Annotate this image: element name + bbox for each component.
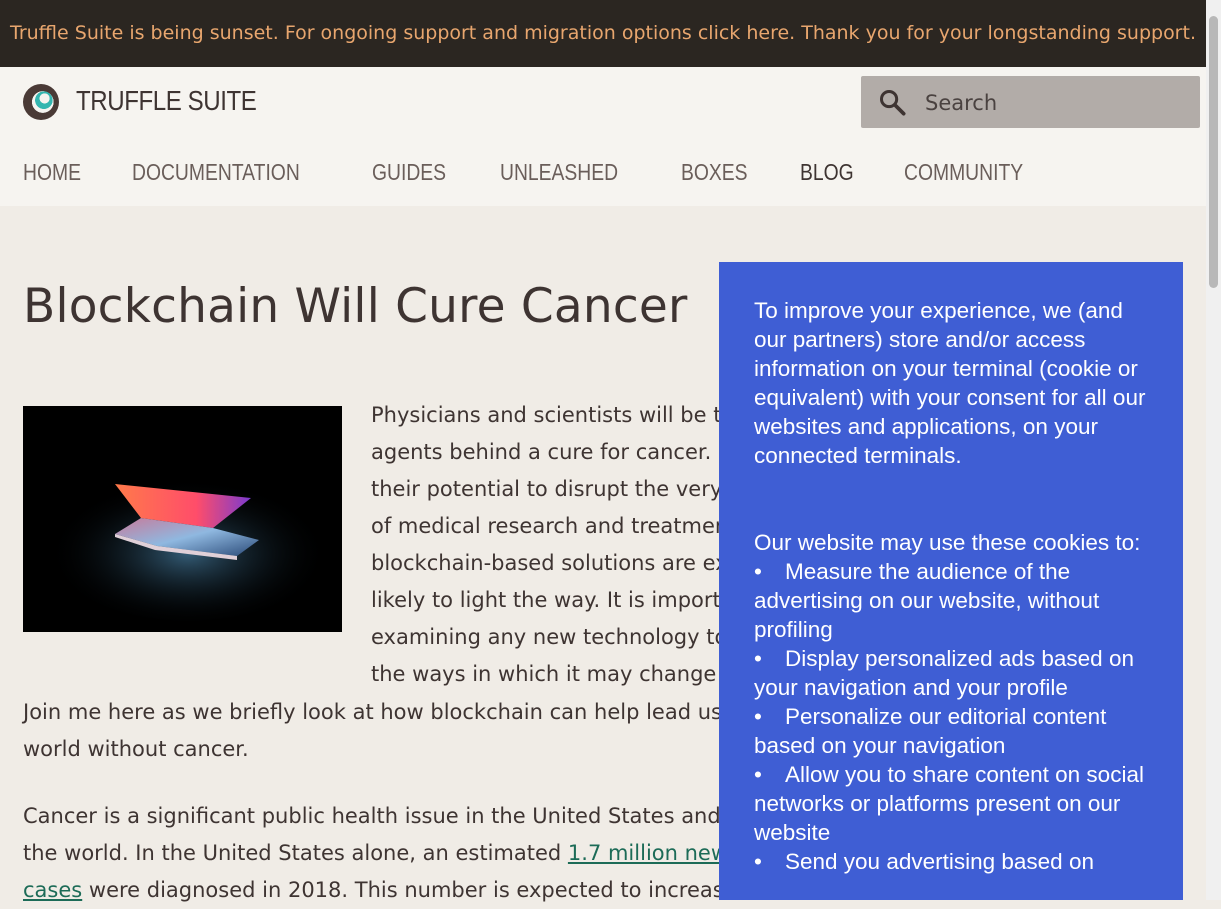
- cookie-purpose-item: Allow you to share content on social net…: [754, 760, 1154, 847]
- paragraph-text: the world. In the United States alone, a…: [23, 841, 568, 865]
- nav-blog[interactable]: BLOG: [800, 159, 854, 191]
- cookie-intro-text: To improve your experience, we (and our …: [754, 298, 1146, 468]
- cookie-purpose-text: Measure the audience of the advertising …: [754, 559, 1100, 642]
- paragraph-line: their potential to disrupt the very: [371, 477, 723, 501]
- paragraph-line: of medical research and treatmen: [371, 514, 729, 538]
- cookie-purpose-item: Measure the audience of the advertising …: [754, 557, 1154, 644]
- laptop-illustration: [23, 406, 342, 632]
- cookie-purpose-text: Personalize our editorial content based …: [754, 704, 1107, 758]
- paragraph-line: agents behind a cure for cancer. B: [371, 440, 733, 464]
- cookie-list-heading: Our website may use these cookies to:: [754, 530, 1141, 555]
- paragraph-text: were diagnosed in 2018. This number is e…: [82, 878, 737, 902]
- paragraph-line: Join me here as we briefly look at how b…: [23, 700, 722, 724]
- search-box[interactable]: [861, 76, 1200, 130]
- cookie-purpose-text: Allow you to share content on social net…: [754, 762, 1144, 845]
- paragraph-line: examining any new technology to: [371, 625, 728, 649]
- paragraph-line: likely to light the way. It is import: [371, 588, 721, 612]
- cookie-purpose-text: Send you advertising based on: [785, 849, 1094, 874]
- nav-boxes[interactable]: BOXES: [681, 159, 748, 191]
- paragraph-line: the world. In the United States alone, a…: [23, 835, 740, 872]
- cookie-purpose-text: Display personalized ads based on your n…: [754, 646, 1134, 700]
- paragraph-line: Physicians and scientists will be th: [371, 403, 735, 427]
- article-paragraph-1-continued: Join me here as we briefly look at how b…: [23, 694, 722, 768]
- main-nav: HOME DOCUMENTATION GUIDES UNLEASHED BOXE…: [23, 159, 1086, 191]
- cancer-cases-link[interactable]: 1.7 million new: [568, 841, 728, 865]
- article-title: Blockchain Will Cure Cancer: [23, 279, 688, 334]
- search-input[interactable]: [923, 76, 1187, 130]
- paragraph-line: the ways in which it may change t: [371, 662, 732, 686]
- cookie-purpose-item: Send you advertising based on: [754, 847, 1154, 876]
- search-icon[interactable]: [878, 88, 906, 116]
- nav-guides[interactable]: GUIDES: [372, 159, 446, 191]
- brand-name[interactable]: TRUFFLE SUITE: [76, 85, 257, 117]
- cancer-cases-link-continued[interactable]: cases: [23, 878, 82, 902]
- truffle-logo-icon[interactable]: [23, 84, 59, 120]
- cookie-purpose-item: Display personalized ads based on your n…: [754, 644, 1154, 702]
- hero-image: [23, 406, 342, 632]
- nav-unleashed[interactable]: UNLEASHED: [500, 159, 618, 191]
- sunset-banner[interactable]: Truffle Suite is being sunset. For ongoi…: [0, 0, 1206, 67]
- page-scrollbar[interactable]: [1206, 0, 1221, 900]
- paragraph-line: blockchain-based solutions are ex: [371, 551, 728, 575]
- paragraph-line: cases were diagnosed in 2018. This numbe…: [23, 872, 740, 909]
- cookie-purpose-list: Measure the audience of the advertising …: [754, 557, 1154, 876]
- scrollbar-thumb[interactable]: [1209, 16, 1218, 288]
- article-paragraph-2: Cancer is a significant public health is…: [23, 798, 740, 909]
- site-header: TRUFFLE SUITE HOME DOCUMENTATION GUIDES …: [0, 67, 1206, 206]
- cookie-purpose-item: Personalize our editorial content based …: [754, 702, 1154, 760]
- paragraph-line: Cancer is a significant public health is…: [23, 804, 741, 828]
- nav-documentation[interactable]: DOCUMENTATION: [132, 159, 300, 191]
- paragraph-line: world without cancer.: [23, 737, 249, 761]
- nav-home[interactable]: HOME: [23, 159, 81, 191]
- article-paragraph-1: Physicians and scientists will be th age…: [371, 397, 735, 693]
- cookie-consent-panel: To improve your experience, we (and our …: [719, 262, 1183, 900]
- nav-community[interactable]: COMMUNITY: [904, 159, 1023, 191]
